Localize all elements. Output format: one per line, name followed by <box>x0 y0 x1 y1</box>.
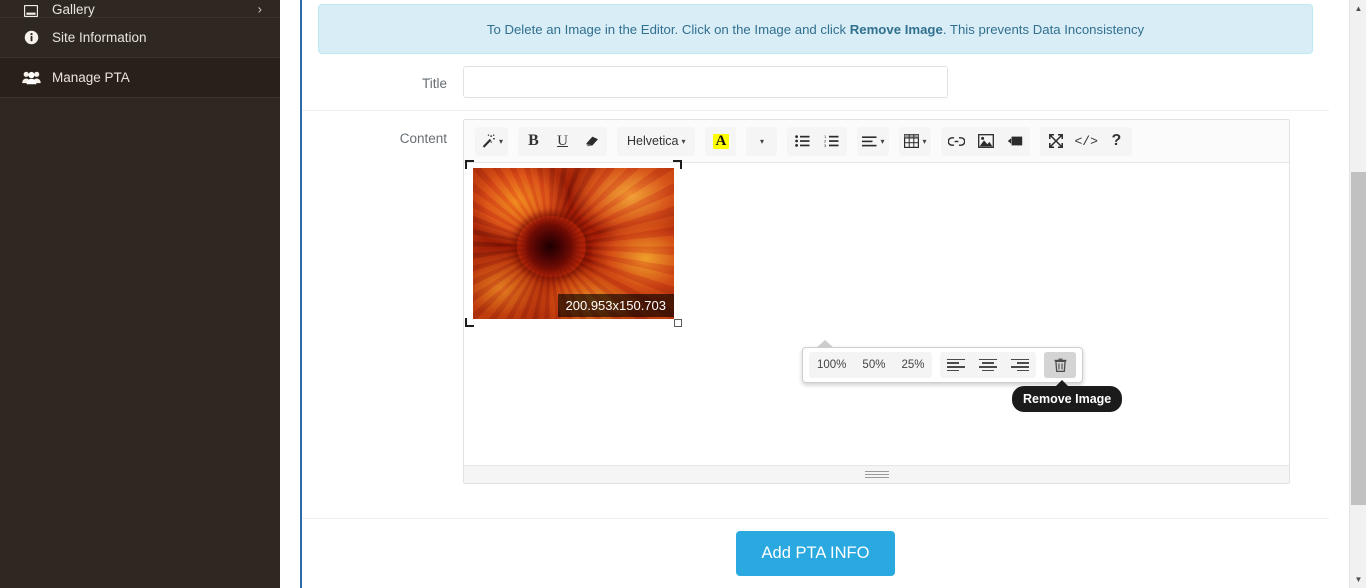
chevron-down-icon: ▾ <box>499 136 504 146</box>
toolbar-group-insert <box>941 126 1031 156</box>
content-label: Content <box>399 131 447 146</box>
image-size-label: 200.953x150.703 <box>557 294 674 317</box>
main-panel: To Delete an Image in the Editor. Click … <box>300 0 1329 588</box>
chevron-down-icon: ▾ <box>880 136 885 146</box>
sidebar-item-gallery[interactable]: Gallery › <box>0 0 280 18</box>
editor-resize-grip[interactable] <box>864 469 889 480</box>
sidebar-item-manage-pta[interactable]: Manage PTA <box>0 58 280 98</box>
page-root: Gallery › Site Information Manage PTA To… <box>0 0 1366 588</box>
table-dropdown[interactable]: ▾ <box>900 128 930 155</box>
toolbar-group-style: ▾ <box>475 126 509 156</box>
image-align-group <box>940 352 1037 378</box>
resize-handle-bottom-right[interactable] <box>674 319 682 327</box>
unordered-list-icon[interactable] <box>788 128 817 155</box>
chevron-down-icon: ▾ <box>922 136 927 146</box>
align-dropdown[interactable]: ▾ <box>858 128 888 155</box>
add-pta-info-button[interactable]: Add PTA INFO <box>735 531 896 576</box>
scrollbar-thumb[interactable] <box>1351 172 1366 505</box>
toolbar-group-align: ▾ <box>857 126 890 156</box>
remove-image-button[interactable] <box>1044 352 1077 378</box>
image-size-50-button[interactable]: 50% <box>854 352 893 378</box>
ordered-list-icon[interactable]: 1 2 3 <box>817 128 846 155</box>
underline-button[interactable]: U <box>548 128 577 155</box>
page-scrollbar[interactable]: ▲ ▼ <box>1349 0 1366 588</box>
align-left-button[interactable] <box>940 352 972 378</box>
sidebar: Gallery › Site Information Manage PTA <box>0 0 280 588</box>
title-input[interactable] <box>463 66 948 98</box>
fullscreen-icon[interactable] <box>1041 128 1070 155</box>
chevron-down-icon: ▾ <box>759 136 764 146</box>
remove-image-tooltip: Remove Image <box>1012 380 1123 412</box>
sidebar-item-site-information[interactable]: Site Information <box>0 18 280 58</box>
text-color-letter: A <box>712 133 730 149</box>
chevron-right-icon: › <box>257 1 262 16</box>
bold-button[interactable]: B <box>519 128 548 155</box>
resize-handle-top-right[interactable] <box>673 160 682 169</box>
resize-handle-top-left[interactable] <box>465 160 474 169</box>
content-form-row: Content ▾ B U Helvetica ▾ A ▾ 1 2 3 ▾ ▾ … <box>302 111 1329 484</box>
trash-icon <box>1054 358 1067 372</box>
editor-footer <box>464 465 1289 483</box>
scroll-up-arrow-icon[interactable]: ▲ <box>1350 0 1366 17</box>
toolbar-group-font: Helvetica ▾ <box>617 126 696 156</box>
title-form-row: Title <box>302 54 1329 111</box>
toolbar-group-table: ▾ <box>899 126 932 156</box>
toolbar-group-color-caret: ▾ <box>746 126 778 156</box>
text-color-dropdown[interactable]: ▾ <box>747 128 776 155</box>
link-icon[interactable] <box>942 128 971 155</box>
help-button[interactable]: ? <box>1102 128 1131 155</box>
selected-image-wrapper[interactable]: 200.953x150.703 <box>465 160 682 327</box>
align-center-button[interactable] <box>972 352 1004 378</box>
editor-content-area[interactable]: 200.953x150.703 <box>464 160 1289 465</box>
svg-text:3: 3 <box>824 143 827 147</box>
sidebar-item-label: Manage PTA <box>52 70 130 85</box>
toolbar-group-lists: 1 2 3 <box>787 126 848 156</box>
image-size-100-button[interactable]: 100% <box>809 352 854 378</box>
insert-image-icon[interactable] <box>971 128 1000 155</box>
magic-wand-icon[interactable]: ▾ <box>476 128 507 155</box>
image-size-group: 100% 50% 25% <box>809 352 933 378</box>
alert-strong-remove-image: Remove Image <box>849 21 943 37</box>
image-size-25-button[interactable]: 25% <box>893 352 932 378</box>
rich-text-editor: ▾ B U Helvetica ▾ A ▾ 1 2 3 ▾ ▾ </> ? 20… <box>463 119 1290 484</box>
align-right-icon <box>1011 357 1030 374</box>
toolbar-group-view: </> ? <box>1040 126 1132 156</box>
editor-toolbar: ▾ B U Helvetica ▾ A ▾ 1 2 3 ▾ ▾ </> ? <box>464 120 1289 163</box>
users-icon <box>20 70 42 85</box>
chevron-down-icon: ▾ <box>681 136 686 146</box>
resize-handle-bottom-left[interactable] <box>465 318 474 327</box>
align-center-icon <box>979 357 998 374</box>
clear-formatting-icon[interactable] <box>577 128 606 155</box>
insert-video-icon[interactable] <box>1000 128 1029 155</box>
tooltip-arrow <box>1055 380 1069 387</box>
font-family-dropdown[interactable]: Helvetica ▾ <box>618 128 694 155</box>
alert-text-before: To Delete an Image in the Editor. Click … <box>486 21 850 37</box>
text-color-button[interactable]: A <box>706 128 735 155</box>
alert-text: To Delete an Image in the Editor. Click … <box>487 22 1144 37</box>
align-left-icon <box>947 357 966 374</box>
popup-arrow <box>816 340 834 348</box>
sidebar-item-label: Site Information <box>52 30 147 45</box>
code-view-button[interactable]: </> <box>1070 128 1101 155</box>
align-right-button[interactable] <box>1004 352 1036 378</box>
toolbar-group-color: A <box>705 126 737 156</box>
toolbar-group-text: B U <box>518 126 608 156</box>
form-footer: Add PTA INFO <box>302 518 1329 588</box>
font-family-value: Helvetica <box>627 134 679 148</box>
info-icon <box>20 30 42 45</box>
image-edit-popup: 100% 50% 25% <box>802 340 1084 383</box>
sidebar-item-label: Gallery <box>52 2 95 17</box>
image-icon <box>20 5 42 17</box>
alert-text-after: . This prevents Data Inconsistency <box>942 21 1145 37</box>
scroll-down-arrow-icon[interactable]: ▼ <box>1350 571 1366 588</box>
title-label: Title <box>421 75 447 91</box>
tooltip-text: Remove Image <box>1023 392 1112 406</box>
info-alert: To Delete an Image in the Editor. Click … <box>318 4 1313 54</box>
